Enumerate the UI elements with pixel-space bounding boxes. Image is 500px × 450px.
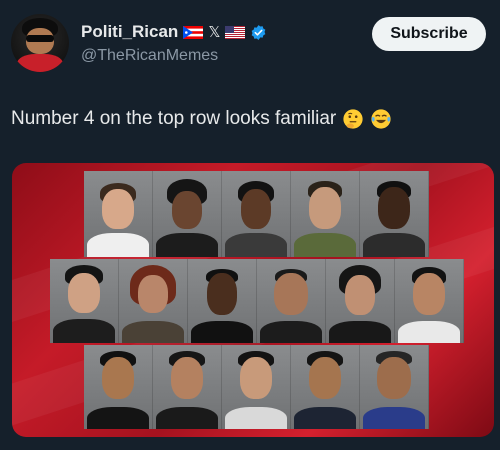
mugshot	[360, 171, 429, 257]
mugshot	[188, 259, 257, 343]
mugshot	[84, 345, 153, 429]
tweet-header: Politi_Rican 𝕏 @TheRicanMemes Subscribe	[11, 14, 486, 74]
mugshot	[50, 259, 119, 343]
mugshot	[222, 345, 291, 429]
mugshot	[326, 259, 395, 343]
mugshot	[291, 345, 360, 429]
thinking-face-emoji	[343, 109, 363, 129]
tears-of-joy-emoji	[371, 109, 391, 129]
mugshot-row-top	[84, 171, 429, 257]
mugshot	[153, 171, 222, 257]
subscribe-button[interactable]: Subscribe	[372, 17, 486, 51]
puerto-rico-flag-icon	[183, 25, 204, 39]
mugshot	[257, 259, 326, 343]
mugshot	[153, 345, 222, 429]
avatar[interactable]	[11, 14, 69, 72]
mugshot-row-middle	[50, 259, 464, 343]
mugshot	[119, 259, 188, 343]
mugshot	[360, 345, 429, 429]
verified-badge-icon	[252, 24, 266, 40]
us-flag-icon	[225, 25, 246, 39]
attached-image[interactable]	[12, 163, 494, 437]
avatar-glasses	[26, 35, 54, 42]
tweet-text: Number 4 on the top row looks familiar	[11, 108, 337, 129]
mugshot	[291, 171, 360, 257]
mugshot	[395, 259, 464, 343]
mugshot	[84, 171, 153, 257]
x-logo-icon: 𝕏	[208, 23, 221, 41]
mugshot	[222, 171, 291, 257]
name-row: Politi_Rican 𝕏	[81, 22, 267, 42]
tweet-text-row: Number 4 on the top row looks familiar	[11, 108, 392, 130]
display-name[interactable]: Politi_Rican	[81, 22, 178, 42]
mugshot-row-bottom	[84, 345, 429, 429]
avatar-jacket	[17, 54, 63, 72]
handle[interactable]: @TheRicanMemes	[81, 47, 218, 65]
